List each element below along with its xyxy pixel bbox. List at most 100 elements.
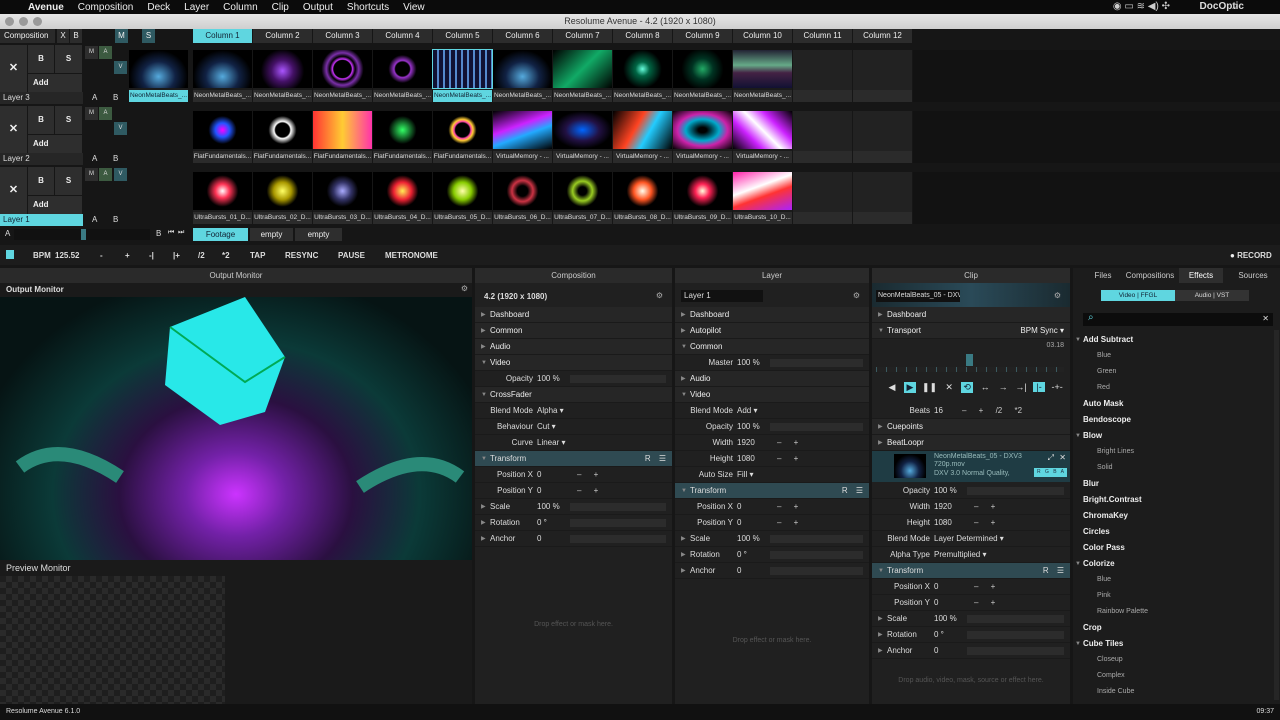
param-value[interactable]: 0 bbox=[934, 595, 938, 611]
layer-add-dropdown[interactable]: Add bbox=[28, 74, 82, 92]
transform-reset-menu[interactable]: R ☰ bbox=[842, 483, 863, 499]
param-value[interactable]: 1080 bbox=[934, 515, 952, 531]
clip-playhead[interactable] bbox=[966, 354, 973, 366]
param-blend-mode[interactable]: Blend Mode Add ▾ bbox=[675, 403, 869, 419]
clip-slot[interactable]: UltraBursts_10_D... bbox=[733, 172, 792, 224]
expanded-arrow-icon[interactable]: ▼ bbox=[681, 387, 687, 403]
section-video[interactable]: ▼ Video bbox=[475, 355, 672, 371]
param-stepper[interactable]: – + bbox=[974, 499, 995, 515]
expanded-arrow-icon[interactable]: ▼ bbox=[878, 323, 884, 339]
param-slider[interactable] bbox=[967, 647, 1064, 655]
layer-clear-button[interactable]: ✕ bbox=[0, 106, 27, 153]
clip-slot[interactable]: UltraBursts_02_D... bbox=[253, 172, 312, 224]
menu-composition[interactable]: Composition bbox=[78, 2, 134, 13]
section-transform[interactable]: ▼ Transform R ☰ bbox=[675, 483, 869, 499]
menu-column[interactable]: Column bbox=[223, 2, 257, 13]
clip-slot[interactable]: VirtualMemory - ... bbox=[613, 111, 672, 163]
effect-item[interactable]: Bright Lines bbox=[1097, 444, 1134, 460]
layer-clear-button[interactable]: ✕ bbox=[0, 167, 27, 214]
param-stepper[interactable]: – + bbox=[974, 595, 995, 611]
param-value[interactable]: 0 bbox=[537, 531, 541, 547]
param-stepper[interactable]: – + bbox=[577, 483, 598, 499]
clip-drop-zone[interactable]: Drop audio, video, mask, source or effec… bbox=[872, 677, 1070, 684]
param-value[interactable]: Alpha ▾ bbox=[537, 403, 564, 419]
param-slider[interactable] bbox=[770, 535, 863, 543]
param-value[interactable]: 0 bbox=[537, 483, 541, 499]
layer-mute-m[interactable]: M bbox=[85, 46, 98, 59]
param-behaviour[interactable]: Behaviour Cut ▾ bbox=[475, 419, 672, 435]
layer-add-dropdown[interactable]: Add bbox=[28, 196, 82, 214]
browser-tab-compositions[interactable]: Compositions bbox=[1117, 268, 1183, 283]
clip-slot[interactable] bbox=[793, 172, 852, 224]
collapsed-arrow-icon[interactable]: ▶ bbox=[878, 643, 883, 659]
random-icon[interactable]: ✕ bbox=[943, 382, 955, 393]
param-value[interactable]: 0 bbox=[737, 515, 741, 531]
clip-slot[interactable]: FlatFundamentals... bbox=[433, 111, 492, 163]
layer-drop-zone[interactable]: Drop effect or mask here. bbox=[675, 637, 869, 644]
clip-slot[interactable]: NeonMetalBeats_... bbox=[733, 50, 792, 102]
effect-group[interactable]: ▼ Colorize bbox=[1075, 556, 1115, 572]
param-blend-mode[interactable]: Blend Mode Alpha ▾ bbox=[475, 403, 672, 419]
clip-slot[interactable]: UltraBursts_05_D... bbox=[433, 172, 492, 224]
play-once-hold-icon[interactable]: →| bbox=[1015, 382, 1027, 392]
collapsed-arrow-icon[interactable]: ▶ bbox=[681, 531, 686, 547]
param-scale[interactable]: ▶ Scale 100 % bbox=[872, 611, 1070, 627]
clip-gear-icon[interactable]: ⚙ bbox=[1054, 291, 1061, 300]
clip-slot[interactable]: NeonMetalBeats_... bbox=[673, 50, 732, 102]
param-value[interactable]: Linear ▾ bbox=[537, 435, 565, 451]
param-alpha-type[interactable]: Alpha Type Premultiplied ▾ bbox=[872, 547, 1070, 563]
param-rotation[interactable]: ▶ Rotation 0 ° bbox=[475, 515, 672, 531]
menu-shortcuts[interactable]: Shortcuts bbox=[347, 2, 389, 13]
section-audio[interactable]: ▶ Audio bbox=[675, 371, 869, 387]
expanded-arrow-icon[interactable]: ▼ bbox=[681, 339, 687, 355]
param-slider[interactable] bbox=[967, 615, 1064, 623]
composition-clear-button[interactable]: X bbox=[57, 29, 69, 43]
expanded-arrow-icon[interactable]: ▼ bbox=[1075, 636, 1081, 652]
param-value[interactable]: Layer Determined ▾ bbox=[934, 531, 1004, 547]
param-opacity[interactable]: Opacity 100 % bbox=[872, 483, 1070, 499]
param-opacity[interactable]: Opacity 100 % bbox=[675, 419, 869, 435]
column-header-11[interactable]: Column 11 bbox=[793, 29, 852, 43]
clear-search-icon[interactable]: ✕ bbox=[1262, 314, 1269, 323]
param-value[interactable]: 16 bbox=[934, 403, 943, 419]
clip-slot[interactable] bbox=[793, 111, 852, 163]
effect-group[interactable]: Bendoscope bbox=[1083, 412, 1131, 428]
composition-mute-button[interactable]: M bbox=[115, 29, 128, 43]
section-cuepoints[interactable]: ▶ Cuepoints bbox=[872, 419, 1070, 435]
param-slider[interactable] bbox=[570, 535, 666, 543]
param-value[interactable]: 0 bbox=[934, 579, 938, 595]
effect-item[interactable]: Solid bbox=[1097, 460, 1113, 476]
param-height[interactable]: Height 1080 – + bbox=[872, 515, 1070, 531]
clip-slot[interactable]: UltraBursts_08_D... bbox=[613, 172, 672, 224]
param-value[interactable]: 100 % bbox=[934, 483, 957, 499]
layer-bypass-button[interactable]: B bbox=[28, 167, 54, 195]
transport-button-tap[interactable]: TAP bbox=[250, 251, 265, 260]
clip-slot[interactable]: VirtualMemory - ... bbox=[493, 111, 552, 163]
effect-group[interactable]: ChromaKey bbox=[1083, 508, 1128, 524]
zoom-window-button[interactable] bbox=[33, 17, 42, 26]
column-header-2[interactable]: Column 2 bbox=[253, 29, 312, 43]
section-dashboard[interactable]: ▶ Dashboard bbox=[872, 307, 1070, 323]
section-video[interactable]: ▼ Video bbox=[675, 387, 869, 403]
collapsed-arrow-icon[interactable]: ▶ bbox=[481, 307, 486, 323]
param-position-x[interactable]: Position X 0 – + bbox=[475, 467, 672, 483]
layer-video-v[interactable]: V bbox=[114, 168, 127, 181]
layer-solo-button[interactable]: S bbox=[55, 167, 82, 195]
layer-gear-icon[interactable]: ⚙ bbox=[853, 291, 860, 300]
clip-slot[interactable]: NeonMetalBeats_... bbox=[432, 49, 493, 102]
param-stepper[interactable]: – + bbox=[577, 467, 598, 483]
expanded-arrow-icon[interactable]: ▼ bbox=[1075, 332, 1081, 348]
param-value[interactable]: Premultiplied ▾ bbox=[934, 547, 986, 563]
param-scale[interactable]: ▶ Scale 100 % bbox=[675, 531, 869, 547]
param-rotation[interactable]: ▶ Rotation 0 ° bbox=[872, 627, 1070, 643]
column-header-7[interactable]: Column 7 bbox=[553, 29, 612, 43]
column-header-5[interactable]: Column 5 bbox=[433, 29, 492, 43]
param-value[interactable]: 100 % bbox=[737, 419, 760, 435]
param-width[interactable]: Width 1920 – + bbox=[872, 499, 1070, 515]
composition-solo-button[interactable]: S bbox=[142, 29, 155, 43]
clip-slot[interactable]: NeonMetalBeats_... bbox=[253, 50, 312, 102]
effect-item[interactable]: Blue bbox=[1097, 572, 1111, 588]
param-position-y[interactable]: Position Y 0 – + bbox=[675, 515, 869, 531]
layer-name-field[interactable]: Layer 1 bbox=[681, 290, 763, 302]
bpm-sync-dropdown[interactable]: BPM Sync ▾ bbox=[1020, 323, 1064, 339]
